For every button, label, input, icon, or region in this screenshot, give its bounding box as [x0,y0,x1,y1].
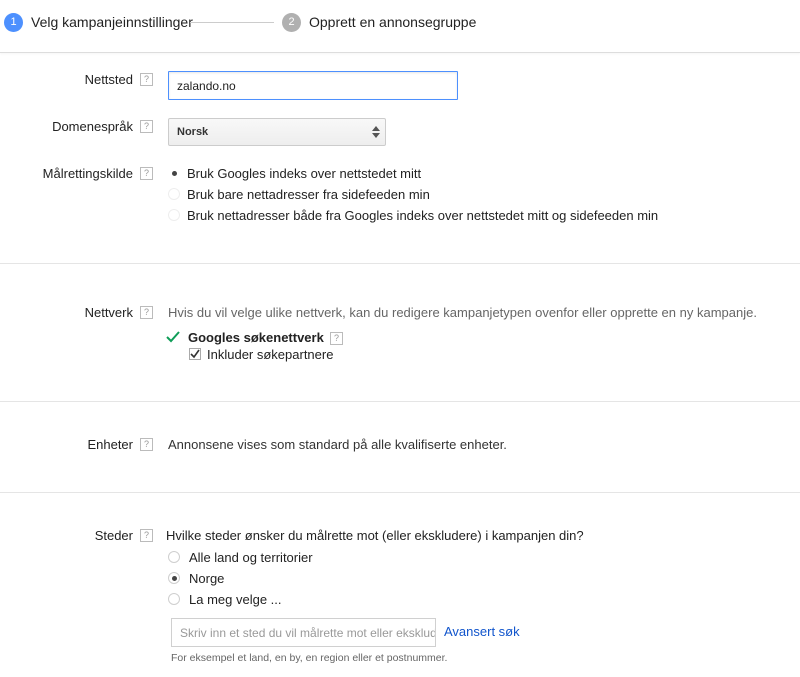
devices-label: Enheter [87,437,133,452]
targeting-source-help-icon[interactable]: ? [140,167,153,180]
section-divider [0,492,800,493]
step-1-label: Velg kampanjeinnstillinger [31,14,193,30]
section-divider [0,263,800,264]
step-connector [190,22,274,23]
locations-question: Hvilke steder ønsker du målrette mot (el… [166,528,584,543]
targeting-source-option-0[interactable]: Bruk Googles indeks over nettstedet mitt [187,166,421,181]
locations-help-icon[interactable]: ? [140,529,153,542]
select-arrows-icon [372,126,380,138]
campaign-stepper: 1 Velg kampanjeinnstillinger 2 Opprett e… [0,0,800,53]
locations-option-1[interactable]: Norge [189,571,224,586]
website-input[interactable]: zalando.no [168,71,458,100]
targeting-source-option-1[interactable]: Bruk bare nettadresser fra sidefeeden mi… [187,187,430,202]
network-label: Nettverk [84,305,133,320]
location-search-input[interactable]: Skriv inn et sted du vil målrette mot el… [171,618,436,647]
domain-language-help-icon[interactable]: ? [140,120,153,133]
domain-language-selected: Norsk [177,126,209,138]
locations-radio-2[interactable] [168,593,180,605]
locations-label: Steder [94,528,133,543]
search-network-help-icon[interactable]: ? [330,332,343,345]
advanced-search-link[interactable]: Avansert søk [444,624,520,639]
locations-option-2[interactable]: La meg velge ... [189,592,282,607]
devices-description: Annonsene vises som standard på alle kva… [168,437,507,452]
devices-help-icon[interactable]: ? [140,438,153,451]
include-partners-label[interactable]: Inkluder søkepartnere [207,347,333,362]
location-search-hint: For eksempel et land, en by, en region e… [171,652,448,664]
step-1-indicator: 1 [4,13,23,32]
checkbox-check-icon [190,349,200,359]
website-label: Nettsted [84,72,133,87]
targeting-source-label: Målrettingskilde [42,166,133,181]
search-network-label: Googles søkenettverk [188,330,324,345]
network-help-icon[interactable]: ? [140,306,153,319]
targeting-source-radio-0[interactable] [168,167,180,179]
targeting-source-option-2[interactable]: Bruk nettadresser både fra Googles indek… [187,208,658,223]
domain-language-select[interactable]: Norsk [168,118,386,146]
include-partners-checkbox[interactable] [189,348,201,360]
locations-radio-0[interactable] [168,551,180,563]
targeting-source-radio-1[interactable] [168,188,180,200]
targeting-source-radio-2[interactable] [168,209,180,221]
step-2-indicator: 2 [282,13,301,32]
section-divider [0,401,800,402]
locations-radio-1[interactable] [168,572,180,584]
checkmark-icon [166,331,180,343]
locations-option-0[interactable]: Alle land og territorier [189,550,313,565]
network-description: Hvis du vil velge ulike nettverk, kan du… [168,305,757,320]
step-2-label: Opprett en annonsegruppe [309,14,477,30]
domain-language-label: Domenespråk [52,119,133,134]
website-help-icon[interactable]: ? [140,73,153,86]
